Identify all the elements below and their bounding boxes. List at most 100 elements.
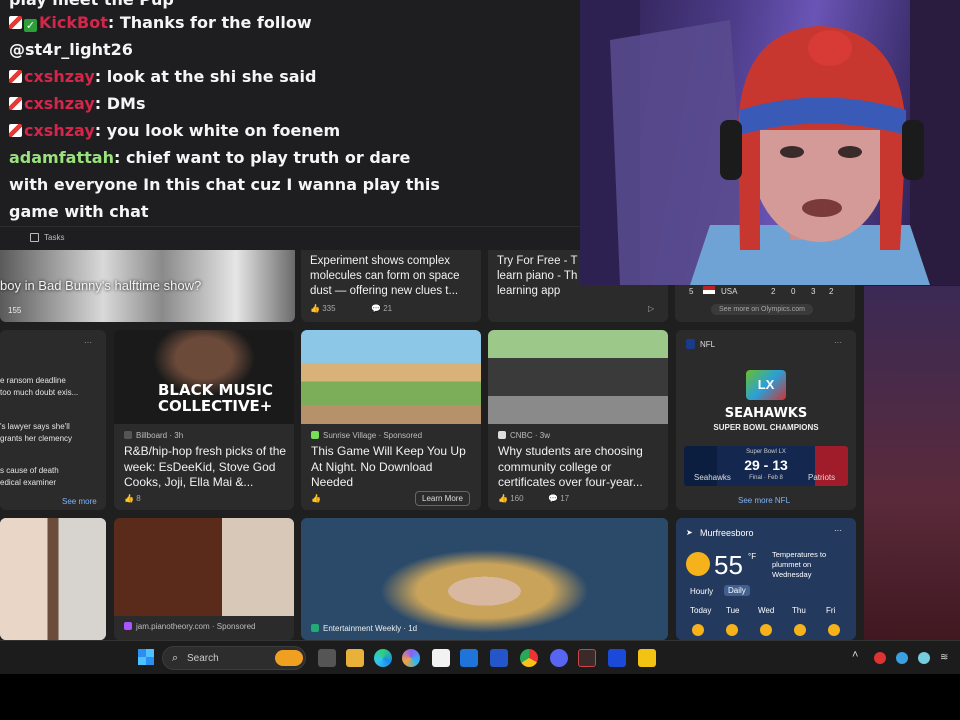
chat-username[interactable]: cxshzay [24,121,95,140]
sun-cloud-icon [686,552,710,576]
chat-message: cxshzay: you look white on foenem [9,121,340,140]
more-options-icon[interactable]: ··· [834,338,842,347]
chat-text: look at the shi she said [106,67,317,86]
tray-app-icon[interactable] [896,652,908,664]
news-card-game-ad[interactable]: Sunrise Village · Sponsored This Game Wi… [301,330,481,510]
forecast-sun-icon [726,624,738,636]
article-source: CNBC · 3w [498,431,550,440]
wifi-icon[interactable]: ≋ [940,652,952,664]
app-icon-yellow[interactable] [638,649,656,667]
country-name: USA [721,287,738,296]
like-icon[interactable]: 👍 8 [124,494,141,503]
medal-count: 0 [791,287,796,296]
task-view-icon[interactable] [318,649,336,667]
like-count: 335 [322,304,336,313]
weather-city[interactable]: Murfreesboro [700,528,754,538]
chat-text: chief want to play truth or dare [125,148,411,167]
news-list-item[interactable]: e ransom deadline [0,376,66,385]
tab-hourly[interactable]: Hourly [690,587,713,596]
search-box[interactable]: ⌕ Search [162,646,306,670]
chat-message-partial: play meet the Pup [9,0,174,9]
headphone-right [902,120,924,180]
news-list-item[interactable]: s cause of death [0,466,59,475]
article-image [114,518,294,616]
chevron-up-icon[interactable]: ˄ [852,649,862,667]
chat-message: cxshzay: DMs [9,94,145,113]
nfl-card[interactable]: NFL ··· LX SEAHAWKS SUPER BOWL CHAMPIONS… [676,330,856,510]
image-text: BLACK MUSIC COLLECTIVE+ [158,381,273,415]
chat-username[interactable]: cxshzay [24,67,95,86]
news-list-item[interactable]: too much doubt exis... [0,388,78,397]
weather-temp: 55 [714,550,743,580]
start-button-icon[interactable] [138,649,154,665]
moderator-badge-icon [9,124,22,137]
news-list-item[interactable]: 's lawyer says she'll [0,422,70,431]
news-card-halftime[interactable]: boy in Bad Bunny's halftime show? 155 [0,240,295,322]
news-card-politicians[interactable] [0,518,106,640]
screen: boy in Bad Bunny's halftime show? 155 Ex… [0,0,960,720]
forecast-sun-icon [794,624,806,636]
discord-icon[interactable] [550,649,568,667]
news-card-cnbc[interactable]: CNBC · 3w Why students are choosing comm… [488,330,668,510]
tray-app-icon[interactable] [918,652,930,664]
like-count: 8 [136,494,141,503]
news-card-space-dust[interactable]: Experiment shows complex molecules can f… [301,240,481,322]
like-icon[interactable]: 👍 [311,494,321,503]
chat-username[interactable]: KickBot [39,13,108,32]
news-card-title: Try For Free - T learn piano - Th learni… [497,255,578,297]
forecast-sun-icon [692,624,704,636]
news-card-title: Experiment shows complex molecules can f… [310,255,460,297]
see-more-link[interactable]: See more [62,497,97,506]
champion-headline: SEAHAWKS [724,406,808,421]
tasks-tab[interactable]: Tasks [44,233,64,242]
nfl-league-label[interactable]: NFL [700,340,715,349]
article-source: jam.pianotheory.com · Sponsored [124,622,255,631]
chat-message-continued: game with chat [9,202,149,221]
headphone-left [720,120,742,180]
more-options-icon[interactable]: ··· [834,526,842,535]
tab-daily[interactable]: Daily [724,585,750,596]
like-icon[interactable]: 👍 335 [310,304,336,313]
webcam-overlay [580,0,960,285]
medal-count: 3 [811,287,816,296]
article-source: Entertainment Weekly · 1d [311,624,417,633]
news-list-item[interactable]: edical examiner [0,478,56,487]
news-card-title: This Game Will Keep You Up At Night. No … [311,444,466,489]
news-list-item[interactable]: grants her clemency [0,434,72,443]
more-options-icon[interactable]: ··· [84,338,92,347]
location-icon: ➤ [686,528,693,537]
news-card-billboard[interactable]: BLACK MUSIC COLLECTIVE+ Billboard · 3h R… [114,330,294,510]
chat-username[interactable]: cxshzay [24,94,95,113]
edge-browser-icon[interactable] [374,649,392,667]
tray-app-icon[interactable] [874,652,886,664]
microsoft-store-icon[interactable] [432,649,450,667]
copilot-icon[interactable] [402,649,420,667]
game-score: 29 - 13 [744,457,788,473]
mail-icon[interactable] [460,649,478,667]
chat-username[interactable]: adamfattah [9,148,114,167]
windows-taskbar: ⌕ Search ˄ ≋ [0,640,960,674]
file-explorer-icon[interactable] [346,649,364,667]
tasks-icon[interactable] [30,233,39,242]
weather-card[interactable]: ➤ Murfreesboro ··· 55 °F Temperatures to… [676,518,856,640]
app-icon-blue[interactable] [490,649,508,667]
article-image [301,518,668,640]
olympics-link-button[interactable]: See more on Olympics.com [711,304,813,315]
learn-more-button[interactable]: Learn More [415,491,470,506]
chat-text: @st4r_light26 [9,40,133,59]
obs-app-icon[interactable] [578,649,596,667]
play-icon[interactable]: ▷ [648,304,654,313]
see-more-nfl-link[interactable]: See more NFL [738,496,790,505]
chat-text: with everyone In this chat cuz I wanna p… [9,175,440,194]
comment-icon[interactable]: 💬 21 [371,304,392,313]
news-card-entertainment[interactable]: Entertainment Weekly · 1d [301,518,668,640]
chrome-icon[interactable] [520,649,538,667]
chat-text: Thanks for the follow [119,13,312,32]
news-card-piano[interactable]: jam.pianotheory.com · Sponsored [114,518,294,640]
like-icon[interactable]: 👍 160 [498,494,524,503]
webcam-feed-image [580,0,960,285]
comment-icon[interactable]: 💬 17 [548,494,569,503]
comment-count: 17 [560,494,570,503]
kick-app-icon[interactable] [608,649,626,667]
search-icon: ⌕ [172,652,179,664]
